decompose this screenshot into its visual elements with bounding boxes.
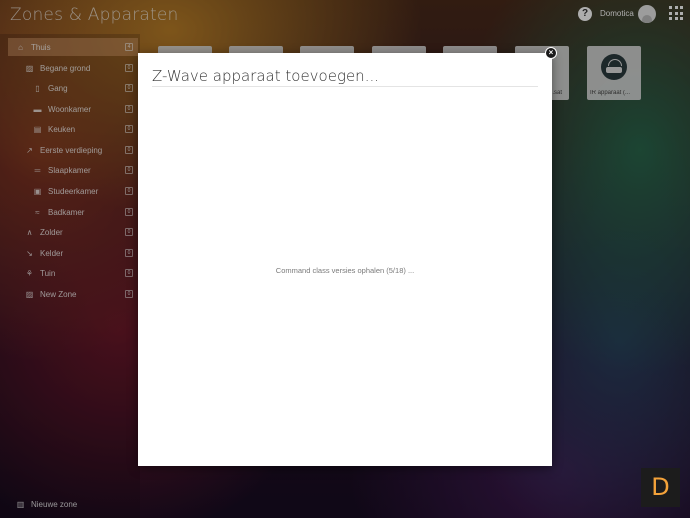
dialog-title: Z-Wave apparaat toevoegen... [152,67,379,85]
dialog-status-text: Command class versies ophalen (5/18) ... [275,266,415,275]
brand-logo: D [641,468,680,507]
zwave-add-device-dialog: Z-Wave apparaat toevoegen... Command cla… [138,53,552,466]
divider [152,86,538,87]
close-icon[interactable]: × [545,47,557,59]
